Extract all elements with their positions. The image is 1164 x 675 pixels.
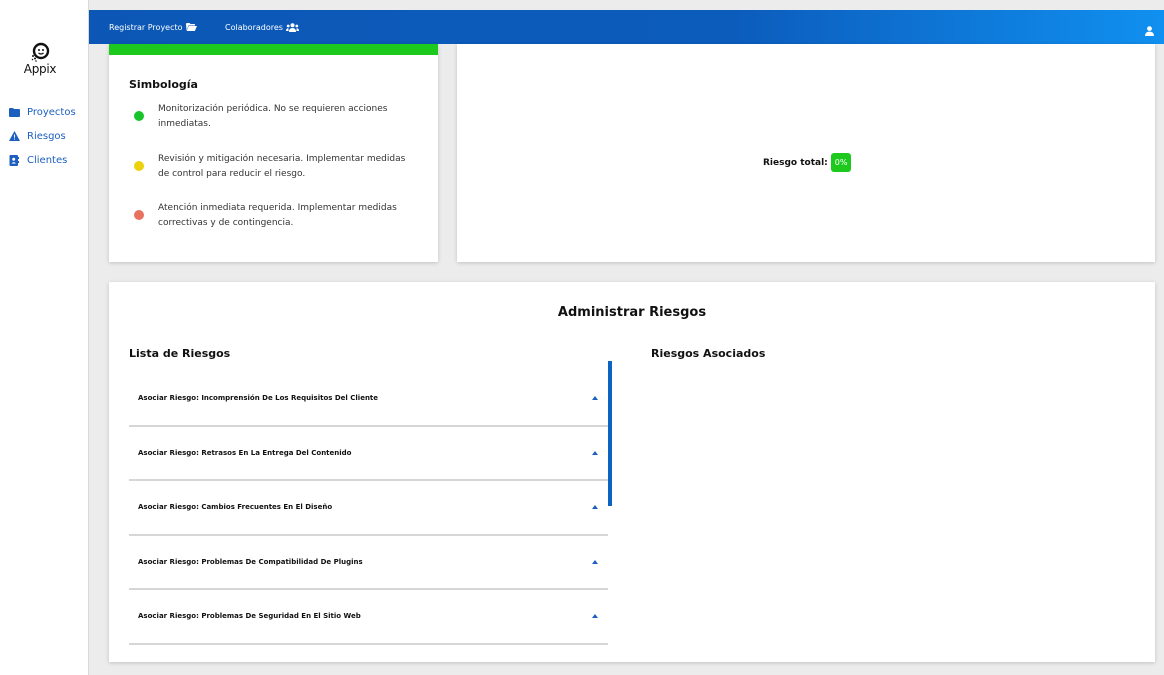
simbologia-title: Simbología (129, 78, 198, 91)
riesgo-total-badge: 0% (830, 153, 852, 172)
yellow-dot-icon (134, 161, 144, 171)
logo-icon (31, 42, 50, 62)
risk-item-label: Asociar Riesgo: Incomprensión De Los Req… (138, 394, 379, 403)
chevron-up-icon[interactable] (592, 396, 598, 401)
chevron-up-icon[interactable] (592, 559, 598, 564)
legend-item-yellow: Revisión y mitigación necesaria. Impleme… (129, 152, 408, 182)
legend-item-green: Monitorización periódica. No se requiere… (129, 102, 408, 132)
legend-text: Monitorización periódica. No se requiere… (158, 104, 388, 129)
riesgo-total: Riesgo total: 0% (763, 153, 852, 172)
nav-registrar-proyecto[interactable]: Registrar Proyecto (109, 10, 197, 44)
section-title: Administrar Riesgos (557, 305, 707, 320)
sidebar-item-clientes[interactable]: Clientes (8, 148, 76, 172)
sidebar: Appix Proyectos Riesgos Clientes (0, 0, 89, 675)
scrollbar[interactable] (608, 361, 612, 506)
risk-item-label: Asociar Riesgo: Problemas De Compatibili… (138, 557, 363, 566)
sidebar-item-proyectos[interactable]: Proyectos (8, 100, 76, 124)
risk-accordion-item[interactable]: Asociar Riesgo: Cambios Frecuentes En El… (129, 481, 608, 536)
risk-accordion-item[interactable]: Asociar Riesgo: Problemas De Compatibili… (129, 536, 608, 590)
risk-accordion-item[interactable]: Asociar Riesgo: Problemas De Seguridad E… (129, 590, 608, 645)
sidebar-item-riesgos[interactable]: Riesgos (8, 124, 76, 148)
red-dot-icon (134, 210, 144, 220)
status-strip (109, 44, 438, 55)
riesgo-total-label: Riesgo total: (763, 157, 828, 168)
risk-item-label: Asociar Riesgo: Retrasos En La Entrega D… (138, 448, 352, 457)
legend-text: Atención inmediata requerida. Implementa… (158, 203, 397, 228)
warning-icon (8, 130, 20, 142)
nav-colaboradores[interactable]: Colaboradores (225, 10, 299, 44)
chevron-up-icon[interactable] (592, 614, 598, 619)
contact-book-icon (8, 154, 20, 166)
top-navbar: Registrar Proyecto Colaboradores (89, 10, 1164, 44)
sidebar-item-label: Proyectos (27, 106, 76, 118)
sidebar-nav: Proyectos Riesgos Clientes (8, 100, 76, 172)
folder-open-icon (185, 23, 197, 31)
administrar-riesgos-card: Administrar Riesgos Lista de Riesgos Rie… (109, 282, 1155, 662)
users-icon (285, 22, 299, 32)
riesgo-total-card: Riesgo total: 0% (457, 44, 1155, 262)
legend-item-red: Atención inmediata requerida. Implementa… (129, 201, 408, 231)
green-dot-icon (134, 111, 144, 121)
risk-accordion-item[interactable]: Asociar Riesgo: Retrasos En La Entrega D… (129, 427, 608, 481)
chevron-up-icon[interactable] (592, 505, 598, 510)
user-menu[interactable] (1145, 21, 1154, 40)
sidebar-item-label: Riesgos (27, 130, 66, 142)
risk-list: Asociar Riesgo: Incomprensión De Los Req… (129, 372, 608, 645)
logo-text: Appix (23, 62, 57, 76)
nav-link-label: Registrar Proyecto (109, 22, 183, 32)
simbologia-card: Simbología Monitorización periódica. No … (109, 44, 438, 262)
lista-riesgos-title: Lista de Riesgos (129, 347, 231, 360)
nav-link-label: Colaboradores (225, 22, 283, 32)
riesgos-asociados-title: Riesgos Asociados (651, 347, 766, 360)
chevron-up-icon[interactable] (592, 450, 598, 455)
legend-text: Revisión y mitigación necesaria. Impleme… (158, 154, 406, 179)
folder-icon (8, 106, 20, 118)
risk-item-label: Asociar Riesgo: Cambios Frecuentes En El… (138, 503, 333, 512)
risk-item-label: Asociar Riesgo: Problemas De Seguridad E… (138, 612, 361, 621)
user-icon (1145, 26, 1154, 36)
risk-accordion-item[interactable]: Asociar Riesgo: Incomprensión De Los Req… (129, 372, 608, 427)
app-logo[interactable]: Appix (22, 42, 58, 76)
sidebar-item-label: Clientes (27, 154, 68, 166)
